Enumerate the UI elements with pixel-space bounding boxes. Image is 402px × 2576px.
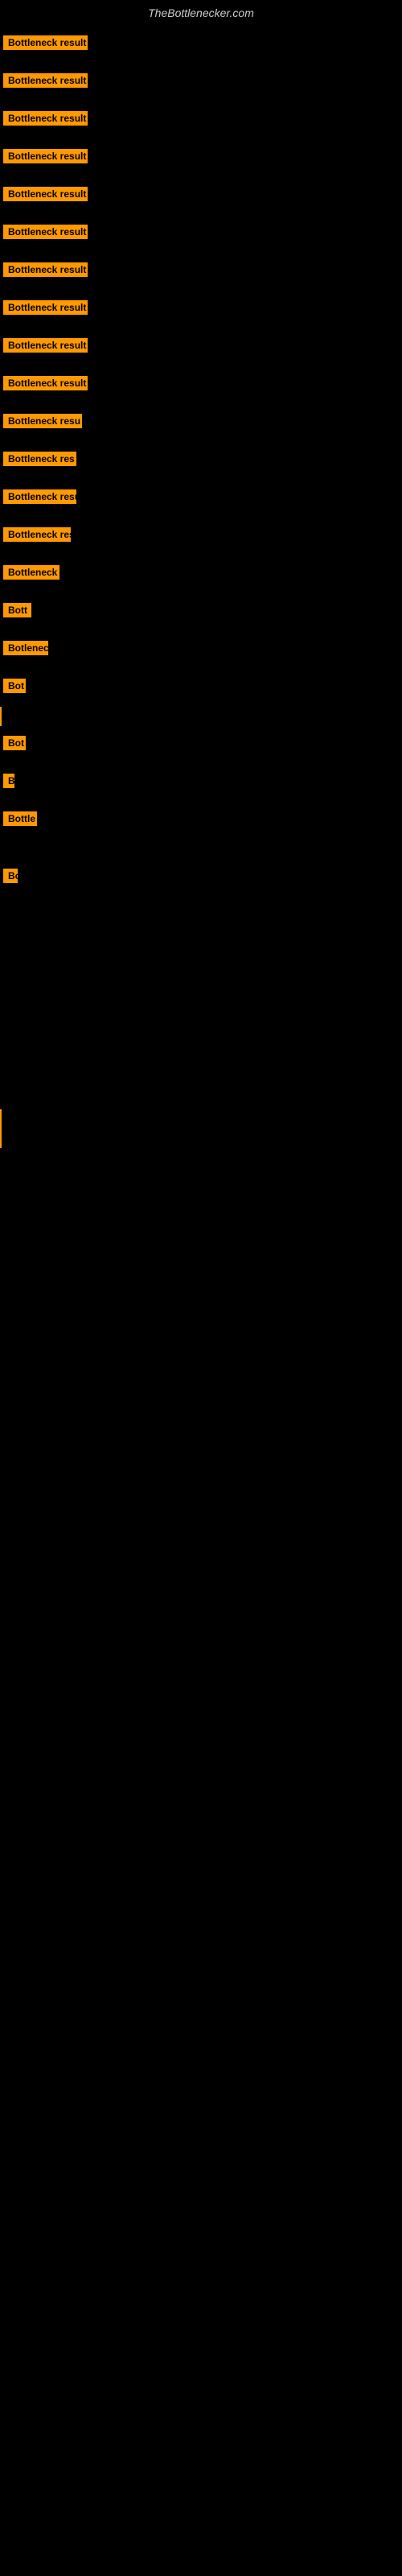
list-item — [0, 1109, 402, 1129]
bottleneck-badge: B — [3, 774, 14, 788]
list-item: Bottleneck resu — [0, 480, 402, 518]
bottleneck-badge: Bottle — [3, 811, 37, 826]
bottleneck-badge: Bottleneck result — [3, 73, 88, 88]
list-item — [0, 974, 402, 993]
bottleneck-badge: Bo — [3, 869, 18, 883]
list-item — [0, 1032, 402, 1051]
list-item: Bottleneck result — [0, 328, 402, 366]
list-item: Bottleneck resu — [0, 404, 402, 442]
list-item: Bottleneck result — [0, 291, 402, 328]
list-item: Botlenec — [0, 631, 402, 669]
bottleneck-badge: Bot — [3, 679, 26, 693]
list-item: Bottleneck result — [0, 101, 402, 139]
list-item: Bottleneck result — [0, 26, 402, 64]
list-item: Bott — [0, 593, 402, 631]
page-title: TheBottlenecker.com — [0, 0, 402, 26]
list-item: Bot — [0, 669, 402, 707]
bottleneck-badge: Bottleneck result — [3, 376, 88, 390]
bottleneck-badge: Bottleneck res — [3, 452, 76, 466]
bottleneck-badge: Bottleneck result — [3, 149, 88, 163]
list-item: Bottleneck result — [0, 64, 402, 101]
list-item: Bottle — [0, 802, 402, 840]
list-item: Bottleneck result — [0, 366, 402, 404]
list-item — [0, 916, 402, 935]
list-item — [0, 1090, 402, 1109]
bottleneck-badge: Bottleneck result — [3, 262, 88, 277]
list-item — [0, 955, 402, 974]
list-item: Bottleneck res — [0, 442, 402, 480]
list-item — [0, 993, 402, 1013]
bottleneck-badge: Bottleneck result — [3, 187, 88, 201]
list-item — [0, 840, 402, 859]
bottleneck-badge: Bottleneck — [3, 565, 59, 580]
list-item — [0, 1129, 402, 1148]
list-item — [0, 897, 402, 916]
bottleneck-badge: Bottleneck result — [3, 35, 88, 50]
list-item: Bo — [0, 859, 402, 897]
bottleneck-badge: Bot — [3, 736, 26, 750]
list-item: Bottleneck result — [0, 139, 402, 177]
list-item — [0, 1013, 402, 1032]
list-item — [0, 707, 402, 726]
bottleneck-badge: Bottleneck res — [3, 527, 71, 542]
list-item: Bottleneck result — [0, 253, 402, 291]
bottleneck-badge: Bottleneck result — [3, 111, 88, 126]
bottleneck-badge: Bottleneck result — [3, 338, 88, 353]
list-item — [0, 935, 402, 955]
bottleneck-badge: Bott — [3, 603, 31, 617]
list-item: Bottleneck res — [0, 518, 402, 555]
list-item: Bottleneck — [0, 555, 402, 593]
list-item: Bot — [0, 726, 402, 764]
bottleneck-badge: Bottleneck result — [3, 300, 88, 315]
bottleneck-badge: Botlenec — [3, 641, 48, 655]
bottleneck-badge: Bottleneck result — [3, 225, 88, 239]
bottleneck-badge: Bottleneck resu — [3, 414, 82, 428]
list-item: B — [0, 764, 402, 802]
list-item: Bottleneck result — [0, 177, 402, 215]
left-bar-indicator — [0, 1129, 2, 1148]
left-bar-indicator — [0, 1109, 2, 1129]
list-item: Bottleneck result — [0, 215, 402, 253]
bottleneck-badge: Bottleneck resu — [3, 489, 76, 504]
list-item — [0, 1071, 402, 1090]
list-item — [0, 1051, 402, 1071]
left-bar-indicator — [0, 707, 2, 726]
